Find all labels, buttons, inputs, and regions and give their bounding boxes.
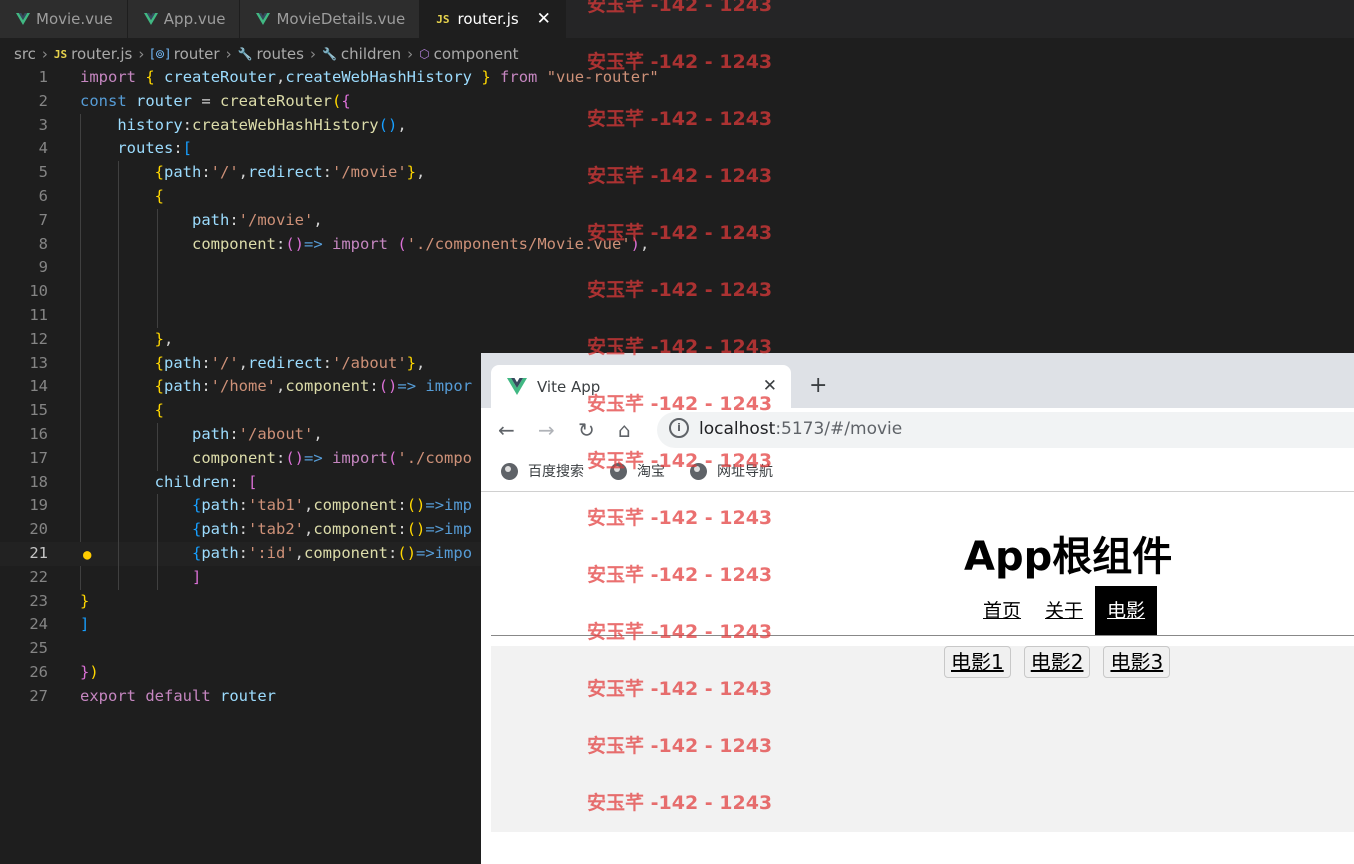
line-number: 25 xyxy=(29,639,48,658)
line-number: 2 xyxy=(38,91,48,110)
chevron-right-icon: › xyxy=(41,45,48,63)
line-number: 17 xyxy=(29,448,48,467)
line-number: 22 xyxy=(29,567,48,586)
chevron-right-icon: › xyxy=(407,45,414,63)
home-icon[interactable]: ⌂ xyxy=(618,418,631,442)
line-number: 19 xyxy=(29,496,48,515)
line-number: 8 xyxy=(38,234,48,253)
nav-link-home[interactable]: 首页 xyxy=(971,586,1033,636)
line-number: 20 xyxy=(29,520,48,539)
wrench-icon: 🔧 xyxy=(237,47,253,61)
breadcrumb-item[interactable]: router xyxy=(174,45,220,63)
js-file-icon: JS xyxy=(53,47,68,61)
movie-link[interactable]: 电影2 xyxy=(1023,646,1091,678)
watermark-text: 安玉芊 -142 - 1243 xyxy=(587,792,773,814)
breadcrumb-item[interactable]: routes xyxy=(257,45,304,63)
watermark-text: 安玉芊 -142 - 1243 xyxy=(587,678,773,700)
tab-router-js[interactable]: JS router.js ✕ xyxy=(420,0,566,38)
line-number: 4 xyxy=(38,139,48,158)
breadcrumb-item[interactable]: router.js xyxy=(71,45,132,63)
line-number: 12 xyxy=(29,329,48,348)
line-number: 26 xyxy=(29,662,48,681)
new-tab-icon[interactable]: + xyxy=(809,373,827,398)
watermark-text: 安玉芊 -142 - 1243 xyxy=(587,564,773,586)
globe-icon xyxy=(501,462,518,480)
tab-app-vue[interactable]: App.vue xyxy=(127,0,241,38)
variable-icon: [⊚] xyxy=(150,47,170,61)
line-number: 21 xyxy=(29,543,48,562)
address-bar[interactable]: i localhost:5173/#/movie xyxy=(657,412,1354,448)
breadcrumb-item[interactable]: component xyxy=(434,45,519,63)
watermark-text: 安玉芊 -142 - 1243 xyxy=(587,222,773,244)
line-number: 18 xyxy=(29,472,48,491)
tab-label: Movie.vue xyxy=(36,10,113,28)
watermark-text: 安玉芊 -142 - 1243 xyxy=(587,0,773,16)
watermark-text: 安玉芊 -142 - 1243 xyxy=(587,51,773,73)
line-number: 24 xyxy=(29,615,48,634)
watermark-text: 安玉芊 -142 - 1243 xyxy=(587,279,773,301)
breadcrumb-item[interactable]: children xyxy=(341,45,401,63)
line-number: 11 xyxy=(29,305,48,324)
close-icon[interactable]: ✕ xyxy=(537,9,551,29)
watermark-text: 安玉芊 -142 - 1243 xyxy=(587,165,773,187)
vue-logo-icon xyxy=(16,13,30,25)
tab-label: MovieDetails.vue xyxy=(276,10,406,28)
movie-link[interactable]: 电影1 xyxy=(944,646,1011,678)
code-line: 11 xyxy=(0,303,1354,328)
watermark-text: 安玉芊 -142 - 1243 xyxy=(587,108,773,130)
line-number: 15 xyxy=(29,401,48,420)
chevron-right-icon: › xyxy=(309,45,316,63)
breadcrumb-item[interactable]: src xyxy=(14,45,36,63)
chevron-right-icon: › xyxy=(225,45,232,63)
watermark-text: 安玉芊 -142 - 1243 xyxy=(587,393,773,415)
tab-moviedetails-vue[interactable]: MovieDetails.vue xyxy=(240,0,421,38)
line-number: 9 xyxy=(38,258,48,277)
line-number: 3 xyxy=(38,115,48,134)
watermark-text: 安玉芊 -142 - 1243 xyxy=(587,621,773,643)
tab-label: router.js xyxy=(457,10,519,28)
tab-label: App.vue xyxy=(163,10,226,28)
wrench-icon: 🔧 xyxy=(321,47,337,61)
info-icon[interactable]: i xyxy=(669,418,689,438)
chevron-right-icon: › xyxy=(138,45,145,63)
forward-arrow-icon[interactable]: → xyxy=(538,418,555,442)
js-file-icon: JS xyxy=(436,12,450,26)
nav-link-about[interactable]: 关于 xyxy=(1033,586,1095,636)
line-number: 6 xyxy=(38,186,48,205)
cube-icon: ⬡ xyxy=(419,47,430,61)
watermark-text: 安玉芊 -142 - 1243 xyxy=(587,507,773,529)
page-title: App根组件 xyxy=(964,534,1173,580)
line-number: 16 xyxy=(29,424,48,443)
movie-link[interactable]: 电影3 xyxy=(1103,646,1171,678)
line-number: 10 xyxy=(29,282,48,301)
line-number: 27 xyxy=(29,686,48,705)
vue-logo-icon xyxy=(507,378,527,395)
tab-movie-vue[interactable]: Movie.vue xyxy=(0,0,128,38)
line-number: 7 xyxy=(38,210,48,229)
line-number: 5 xyxy=(38,163,48,182)
bookmark-item[interactable]: 百度搜索 xyxy=(501,461,584,481)
vue-logo-icon xyxy=(256,13,271,25)
line-number: 14 xyxy=(29,377,48,396)
nav-link-movie[interactable]: 电影 xyxy=(1095,586,1158,636)
line-number: 23 xyxy=(29,591,48,610)
watermark-text: 安玉芊 -142 - 1243 xyxy=(587,336,773,358)
vue-logo-icon xyxy=(143,13,158,25)
nav-links: 首页 关于 电影 xyxy=(971,586,1158,636)
watermark-text: 安玉芊 -142 - 1243 xyxy=(587,450,773,472)
code-line: 4 routes:[ xyxy=(0,137,1354,162)
line-number: 13 xyxy=(29,353,48,372)
back-arrow-icon[interactable]: ← xyxy=(498,418,515,442)
watermark-text: 安玉芊 -142 - 1243 xyxy=(587,735,773,757)
movie-links: 电影1 电影2 电影3 xyxy=(944,646,1171,678)
url-text[interactable]: localhost:5173/#/movie xyxy=(699,419,902,439)
reload-icon[interactable]: ↻ xyxy=(578,418,595,442)
line-number: 1 xyxy=(38,68,48,86)
code-line: 6 { xyxy=(0,184,1354,209)
